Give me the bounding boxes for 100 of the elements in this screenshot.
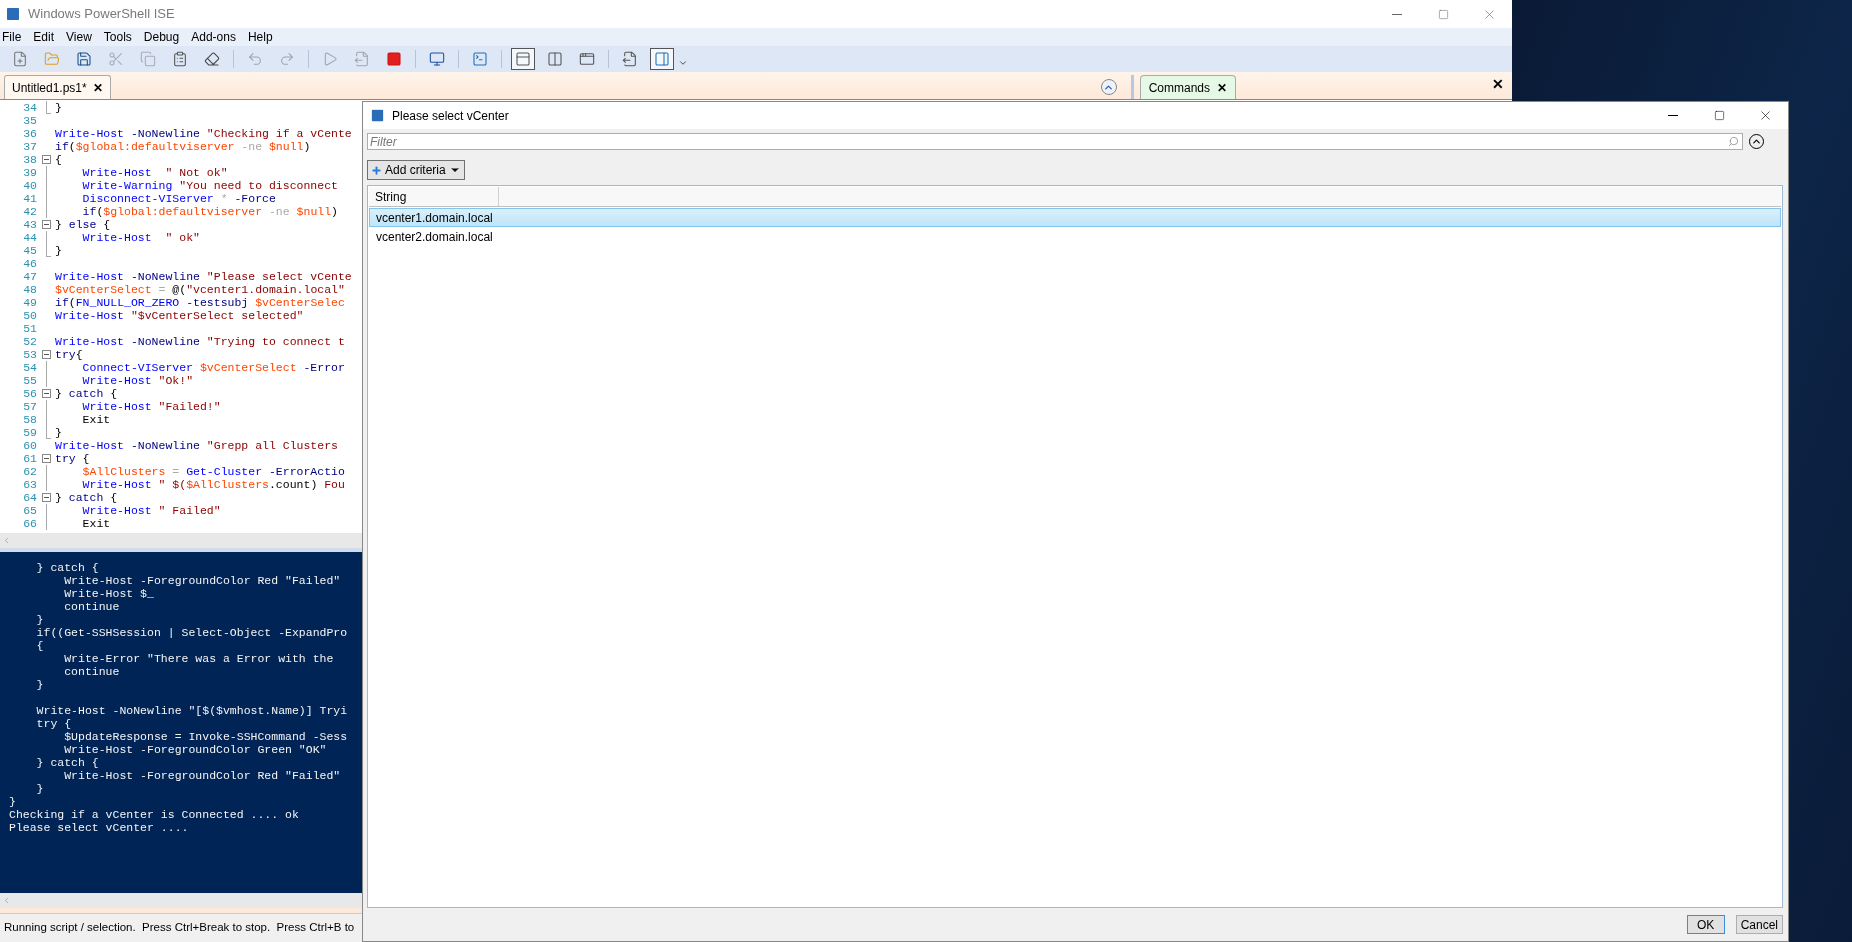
new-file-icon: [12, 51, 28, 67]
line-number: 41: [22, 192, 37, 205]
menu-item[interactable]: Tools: [97, 28, 138, 46]
line-number: 63: [22, 478, 37, 491]
console-line: }: [9, 795, 16, 808]
collapse-pane-icon[interactable]: [1100, 79, 1117, 95]
list-row[interactable]: vcenter1.domain.local: [369, 208, 1781, 227]
scissors-icon: [108, 51, 124, 67]
code-line: $vCenterSelect = @("vcenter1.domain.local": [55, 283, 345, 296]
console-line: $UpdateResponse = Invoke-SSHCommand -Sess: [63, 730, 348, 743]
commands-tab[interactable]: Commands ✕: [1139, 75, 1236, 99]
code-line: Exit: [81, 413, 111, 426]
console-line: Write-Host -ForegroundColor Green "OK": [63, 743, 327, 756]
console-line: Write-Host -ForegroundColor Red "Failed": [63, 769, 341, 782]
line-number: 38: [22, 153, 37, 166]
line-number: 57: [22, 400, 37, 413]
console-line: }: [35, 782, 44, 795]
console-line: }: [35, 678, 44, 691]
code-line: } catch {: [55, 387, 118, 400]
dialog-title: Please select vCenter: [392, 107, 509, 125]
line-number: 59: [22, 426, 37, 439]
scroll-left-icon[interactable]: [2, 896, 11, 905]
collapse-icon[interactable]: [41, 350, 51, 359]
window-title: Windows PowerShell ISE: [28, 5, 175, 24]
collapse-icon[interactable]: [41, 389, 51, 398]
menu-item[interactable]: Edit: [27, 28, 61, 46]
code-line: Write-Host "Failed!": [81, 400, 221, 413]
undo-icon: [247, 51, 263, 67]
app-icon: [369, 107, 386, 124]
collapse-icon[interactable]: [41, 493, 51, 502]
code-line: Write-Host -NoNewline "Grepp all Clusters: [55, 439, 338, 452]
scroll-left-icon[interactable]: [2, 536, 11, 545]
menu-item[interactable]: Help: [241, 28, 279, 46]
eraser-icon: [204, 51, 220, 67]
line-number: 50: [22, 309, 37, 322]
console-line: continue: [63, 665, 120, 678]
console-line: continue: [63, 600, 120, 613]
script-tab[interactable]: Untitled1.ps1* ✕: [4, 75, 111, 99]
console-line: Checking if a vCenter is Connected .... ok: [9, 808, 299, 821]
window-icon: [579, 51, 595, 67]
code-line: } catch {: [55, 491, 118, 504]
maximize-icon: [1713, 110, 1725, 121]
add-criteria-button[interactable]: Add criteria: [367, 160, 465, 180]
redo-icon: [279, 51, 295, 67]
cancel-button[interactable]: Cancel: [1735, 915, 1783, 934]
code-line: } else {: [55, 218, 111, 231]
code-line: }: [55, 244, 62, 257]
code-line: $AllClusters = Get-Cluster -ErrorActio: [81, 465, 345, 478]
menu-item[interactable]: Add-ons: [185, 28, 242, 46]
line-number: 35: [22, 114, 37, 127]
fold-end: [45, 426, 51, 439]
code-line: }: [55, 101, 62, 114]
console-line: Write-Host -NoNewline "[$($vmhost.Name)] Tryi: [35, 704, 348, 717]
search-icon: [1728, 136, 1739, 147]
layout-columns-icon: [547, 51, 563, 67]
console-line: if((Get-SSHSession | Select-Object -ExpandPro: [35, 626, 348, 639]
menu-item[interactable]: File: [0, 28, 28, 46]
line-number: 34: [22, 101, 37, 114]
side-panel-button[interactable]: [650, 48, 674, 70]
code-line: Exit: [81, 517, 111, 530]
ok-button[interactable]: OK: [1686, 915, 1725, 934]
line-number: 60: [22, 439, 37, 452]
play-icon: [322, 51, 338, 67]
collapse-icon[interactable]: [41, 155, 51, 164]
list-row[interactable]: vcenter2.domain.local: [369, 227, 1781, 246]
menu-item[interactable]: View: [60, 28, 98, 46]
console-line: {: [35, 639, 44, 652]
code-line: if(FN_NULL_OR_ZERO -testsubj $vCenterSelec: [55, 296, 345, 309]
code-line: }: [55, 426, 62, 439]
line-number: 61: [22, 452, 37, 465]
overflow-icon[interactable]: [678, 58, 688, 68]
code-line: Connect-VIServer $vCenterSelect -Error: [81, 361, 345, 374]
filter-field[interactable]: Filter: [367, 133, 1743, 150]
close-pane-button[interactable]: ✕: [1492, 74, 1504, 95]
line-number: 37: [22, 140, 37, 153]
maximize-icon: [1437, 8, 1449, 20]
console-line: } catch {: [35, 756, 99, 769]
code-line: Write-Host " Not ok": [81, 166, 228, 179]
code-line: if($global:defaultviserver -ne $null): [55, 140, 311, 153]
close-icon[interactable]: ✕: [1217, 78, 1227, 97]
code-line: if($global:defaultviserver -ne $null): [81, 205, 338, 218]
close-icon[interactable]: ✕: [92, 78, 103, 97]
code-line: Write-Host " ok": [81, 231, 200, 244]
column-header[interactable]: String: [369, 187, 499, 206]
line-number: 43: [22, 218, 37, 231]
console-line: try {: [35, 717, 72, 730]
line-number: 66: [22, 517, 37, 530]
collapse-icon[interactable]: [41, 454, 51, 463]
menu-item[interactable]: Debug: [137, 28, 186, 46]
run-selection-icon: [354, 51, 370, 67]
fold-line: [45, 231, 47, 244]
line-number: 42: [22, 205, 37, 218]
stop-icon: [386, 51, 402, 67]
console-line: } catch {: [35, 561, 99, 574]
code-line: try{: [55, 348, 83, 361]
console-line: Write-Host $_: [63, 587, 154, 600]
collapse-icon[interactable]: [41, 220, 51, 229]
code-line: Write-Warning "You need to disconnect: [81, 179, 338, 192]
line-number: 48: [22, 283, 37, 296]
layout-top-button[interactable]: [511, 48, 535, 70]
